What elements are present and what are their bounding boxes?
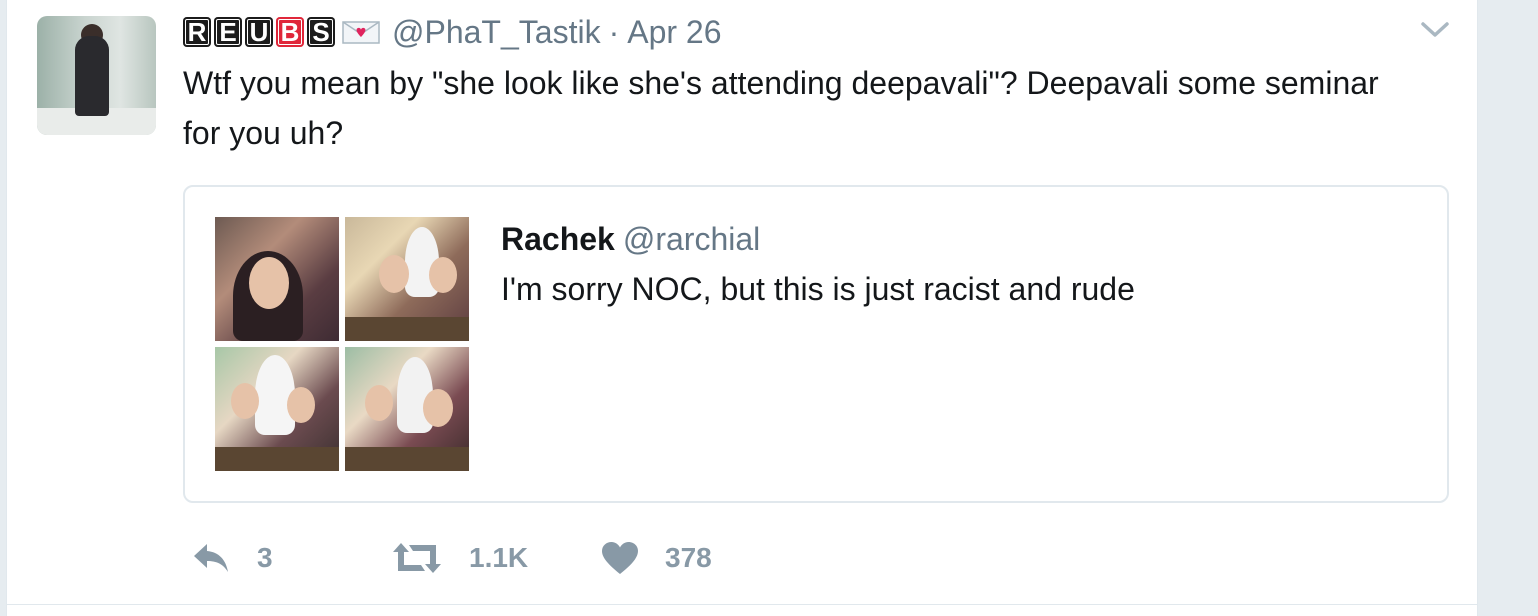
media-thumbnail[interactable] (345, 347, 469, 471)
display-name-badge[interactable]: U (245, 17, 273, 47)
photo-face (379, 255, 409, 293)
user-handle[interactable]: @PhaT_Tastik (392, 14, 601, 51)
retweet-icon (393, 543, 441, 573)
photo-face (231, 383, 259, 419)
chevron-down-icon[interactable] (1421, 20, 1449, 40)
photo-face (423, 389, 453, 427)
like-button[interactable]: 378 (601, 541, 761, 575)
quoted-author[interactable]: Rachek @rarchial (501, 221, 760, 258)
heart-icon (602, 542, 638, 574)
love-letter-icon (342, 20, 380, 44)
tweet-header: R E U B S @PhaT_Tastik · Apr 26 (183, 14, 722, 50)
tweet-card[interactable]: R E U B S @PhaT_Tastik · Apr 26 Wtf you … (6, 0, 1478, 616)
retweet-button[interactable]: 1.1K (391, 541, 601, 575)
separator-dot: · (608, 13, 620, 50)
media-grid[interactable] (215, 217, 471, 473)
avatar-figure-body (75, 36, 109, 116)
media-thumbnail[interactable] (215, 217, 339, 341)
photo-face (429, 257, 457, 293)
photo-face (365, 385, 393, 421)
tweet-actions: 3 1.1K 378 (191, 536, 761, 580)
display-name-badge[interactable]: B (276, 17, 304, 47)
media-thumbnail[interactable] (215, 347, 339, 471)
reply-count: 3 (257, 542, 273, 573)
display-name-badge[interactable]: E (214, 17, 242, 47)
display-name-badge[interactable]: S (307, 17, 335, 47)
like-count: 378 (665, 542, 712, 573)
media-thumbnail[interactable] (345, 217, 469, 341)
tweet-timestamp[interactable]: Apr 26 (627, 14, 721, 51)
tweet-text: Wtf you mean by "she look like she's att… (183, 65, 1379, 151)
reply-button[interactable]: 3 (191, 541, 391, 575)
photo-table (345, 447, 469, 471)
quoted-display-name[interactable]: Rachek (501, 221, 615, 257)
photo-table (215, 447, 339, 471)
quoted-tweet[interactable]: Rachek @rarchial I'm sorry NOC, but this … (183, 185, 1449, 503)
retweet-count: 1.1K (469, 542, 529, 573)
photo-face (249, 257, 289, 309)
quoted-tweet-text: I'm sorry NOC, but this is just racist a… (501, 271, 1135, 307)
avatar[interactable] (37, 16, 156, 135)
photo-table (345, 317, 469, 341)
display-name-badge[interactable]: R (183, 17, 211, 47)
divider (7, 604, 1477, 605)
photo-face (287, 387, 315, 423)
quoted-user-handle[interactable]: @rarchial (623, 221, 760, 257)
reply-icon (194, 544, 228, 572)
